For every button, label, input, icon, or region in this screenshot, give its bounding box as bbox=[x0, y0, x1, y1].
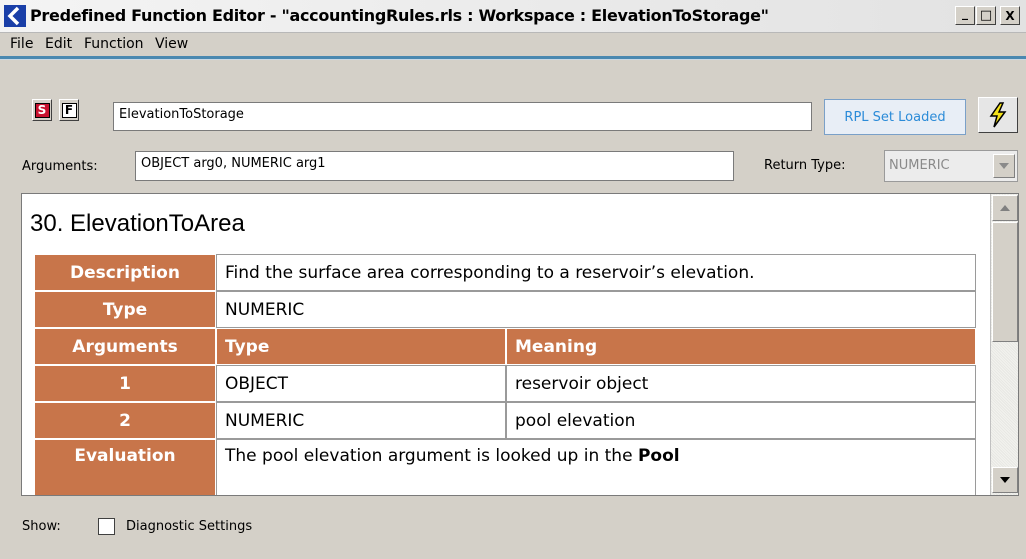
scroll-up-button[interactable] bbox=[992, 195, 1018, 221]
type-header: Type bbox=[34, 291, 216, 328]
menu-function[interactable]: Function bbox=[84, 36, 144, 52]
scroll-thumb[interactable] bbox=[992, 222, 1018, 342]
lightning-bolt-icon bbox=[989, 102, 1007, 128]
menu-edit[interactable]: Edit bbox=[45, 36, 72, 52]
rpl-set-loaded-button[interactable]: RPL Set Loaded bbox=[824, 99, 966, 135]
arg-meaning: pool elevation bbox=[506, 402, 976, 439]
return-type-select[interactable]: NUMERIC bbox=[884, 150, 1018, 182]
table-row: Arguments Type Meaning bbox=[34, 328, 976, 365]
maximize-button[interactable]: □ bbox=[976, 6, 996, 25]
table-row: 1 OBJECT reservoir object bbox=[34, 365, 976, 402]
chevron-up-icon bbox=[1000, 205, 1010, 211]
app-logo-icon bbox=[4, 5, 26, 27]
table-row: Evaluation The pool elevation argument i… bbox=[34, 439, 976, 495]
description-header: Description bbox=[34, 254, 216, 291]
menu-bar: File Edit Function View bbox=[0, 33, 1026, 55]
function-name-field[interactable]: ElevationToStorage bbox=[113, 102, 812, 131]
menu-file[interactable]: File bbox=[10, 36, 33, 52]
table-row: Type NUMERIC bbox=[34, 291, 976, 328]
type-value: NUMERIC bbox=[216, 291, 976, 328]
f-label: F bbox=[61, 102, 77, 118]
window-title: Predefined Function Editor - "accounting… bbox=[30, 6, 769, 25]
table-row: 2 NUMERIC pool elevation bbox=[34, 402, 976, 439]
description-value: Find the surface area corresponding to a… bbox=[216, 254, 976, 291]
arg-type: NUMERIC bbox=[216, 402, 506, 439]
minimize-button[interactable]: _ bbox=[955, 6, 975, 25]
maximize-icon: □ bbox=[979, 8, 993, 23]
arguments-header: Arguments bbox=[34, 328, 216, 365]
minimize-icon: _ bbox=[962, 5, 968, 20]
arg-type-column-header: Type bbox=[216, 328, 506, 365]
close-icon: X bbox=[1005, 8, 1015, 23]
return-type-label: Return Type: bbox=[764, 158, 846, 173]
chevron-down-icon bbox=[1000, 477, 1010, 483]
table-row: Description Find the surface area corres… bbox=[34, 254, 976, 291]
function-spec-table: Description Find the surface area corres… bbox=[34, 254, 976, 495]
arg-type: OBJECT bbox=[216, 365, 506, 402]
diagnostic-settings-label[interactable]: Diagnostic Settings bbox=[126, 519, 252, 534]
arg-number: 2 bbox=[34, 402, 216, 439]
show-s-button[interactable]: S bbox=[32, 99, 52, 121]
evaluation-text: The pool elevation argument is looked up… bbox=[225, 446, 633, 466]
menu-divider-highlight bbox=[0, 59, 1026, 60]
show-f-button[interactable]: F bbox=[59, 99, 79, 121]
evaluation-value: The pool elevation argument is looked up… bbox=[216, 439, 976, 495]
scroll-down-button[interactable] bbox=[992, 467, 1018, 493]
title-bar: Predefined Function Editor - "accounting… bbox=[0, 0, 1026, 33]
evaluation-bold-text: Pool bbox=[637, 446, 680, 466]
arguments-field[interactable]: OBJECT arg0, NUMERIC arg1 bbox=[135, 151, 734, 181]
lightning-button[interactable] bbox=[978, 97, 1018, 133]
evaluation-header: Evaluation bbox=[34, 439, 216, 495]
doc-heading: 30. ElevationToArea bbox=[30, 210, 245, 237]
diagnostic-settings-checkbox[interactable] bbox=[98, 518, 115, 535]
close-button[interactable]: X bbox=[1000, 6, 1020, 25]
vertical-scrollbar[interactable] bbox=[990, 194, 1018, 495]
show-label: Show: bbox=[22, 519, 61, 534]
menu-view[interactable]: View bbox=[155, 36, 188, 52]
arg-meaning-column-header: Meaning bbox=[506, 328, 976, 365]
arg-meaning: reservoir object bbox=[506, 365, 976, 402]
function-doc-panel: 30. ElevationToArea Description Find the… bbox=[21, 193, 1019, 496]
dropdown-arrow-button[interactable] bbox=[993, 154, 1015, 178]
arguments-label: Arguments: bbox=[22, 159, 98, 174]
chevron-down-icon bbox=[999, 163, 1009, 169]
doc-content: 30. ElevationToArea Description Find the… bbox=[22, 194, 990, 495]
return-type-value: NUMERIC bbox=[889, 158, 950, 173]
s-label: S bbox=[34, 102, 50, 118]
arg-number: 1 bbox=[34, 365, 216, 402]
